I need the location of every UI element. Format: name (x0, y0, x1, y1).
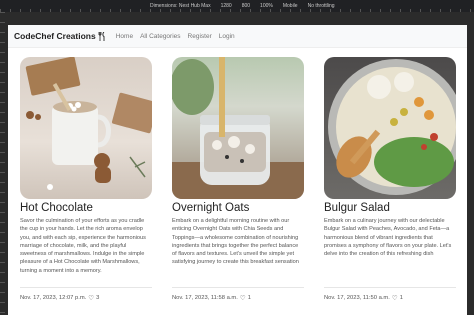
utensils-icon (98, 31, 105, 41)
recipe-card[interactable]: Bulgur Salad Embark on a culinary journe… (324, 57, 456, 302)
nav-link-login[interactable]: Login (219, 33, 235, 40)
devtools-toolbar: Dimensions: Nest Hub Max 1280 800 100% M… (0, 0, 474, 12)
heart-icon[interactable]: ♡ (88, 294, 94, 302)
brand-text: CodeChef Creations (14, 31, 96, 41)
recipe-description: Embark on a culinary journey with our de… (324, 218, 452, 258)
nav-link-home[interactable]: Home (116, 33, 133, 40)
like-count: 3 (96, 295, 100, 301)
recipe-meta: Nov. 17, 2023, 11:58 a.m. ♡ 1 (172, 287, 304, 302)
recipe-description: Savor the culmination of your efforts as… (20, 218, 146, 274)
like-count: 1 (247, 295, 251, 301)
recipe-card[interactable]: Hot Chocolate Savor the culmination of y… (20, 57, 152, 302)
like-count: 1 (399, 295, 403, 301)
page-viewport: CodeChef Creations Home All Categories R… (8, 25, 467, 315)
overnight-oats-photo[interactable] (172, 57, 304, 199)
heart-icon[interactable]: ♡ (392, 294, 398, 302)
navbar: CodeChef Creations Home All Categories R… (8, 25, 467, 48)
recipe-title[interactable]: Bulgur Salad (324, 202, 456, 214)
bulgur-salad-photo[interactable] (324, 57, 456, 199)
recipe-date: Nov. 17, 2023, 12:07 p.m. (20, 295, 87, 301)
vertical-ruler (0, 12, 5, 315)
heart-icon[interactable]: ♡ (240, 294, 246, 302)
recipe-description: Embark on a delightful morning routine w… (172, 218, 299, 266)
recipe-card[interactable]: Overnight Oats Embark on a delightful mo… (172, 57, 304, 302)
horizontal-ruler (0, 9, 474, 12)
recipe-date: Nov. 17, 2023, 11:58 a.m. (172, 295, 238, 301)
recipe-title[interactable]: Overnight Oats (172, 202, 304, 214)
nav-link-register[interactable]: Register (188, 33, 212, 40)
recipe-meta: Nov. 17, 2023, 12:07 p.m. ♡ 3 (20, 287, 152, 302)
recipe-card-list: Hot Chocolate Savor the culmination of y… (20, 57, 460, 302)
recipe-meta: Nov. 17, 2023, 11:50 a.m. ♡ 1 (324, 287, 456, 302)
recipe-date: Nov. 17, 2023, 11:50 a.m. (324, 295, 390, 301)
brand-logo[interactable]: CodeChef Creations (14, 31, 106, 41)
hot-chocolate-photo[interactable] (20, 57, 152, 199)
nav-link-all-categories[interactable]: All Categories (140, 33, 180, 40)
recipe-title[interactable]: Hot Chocolate (20, 202, 152, 214)
